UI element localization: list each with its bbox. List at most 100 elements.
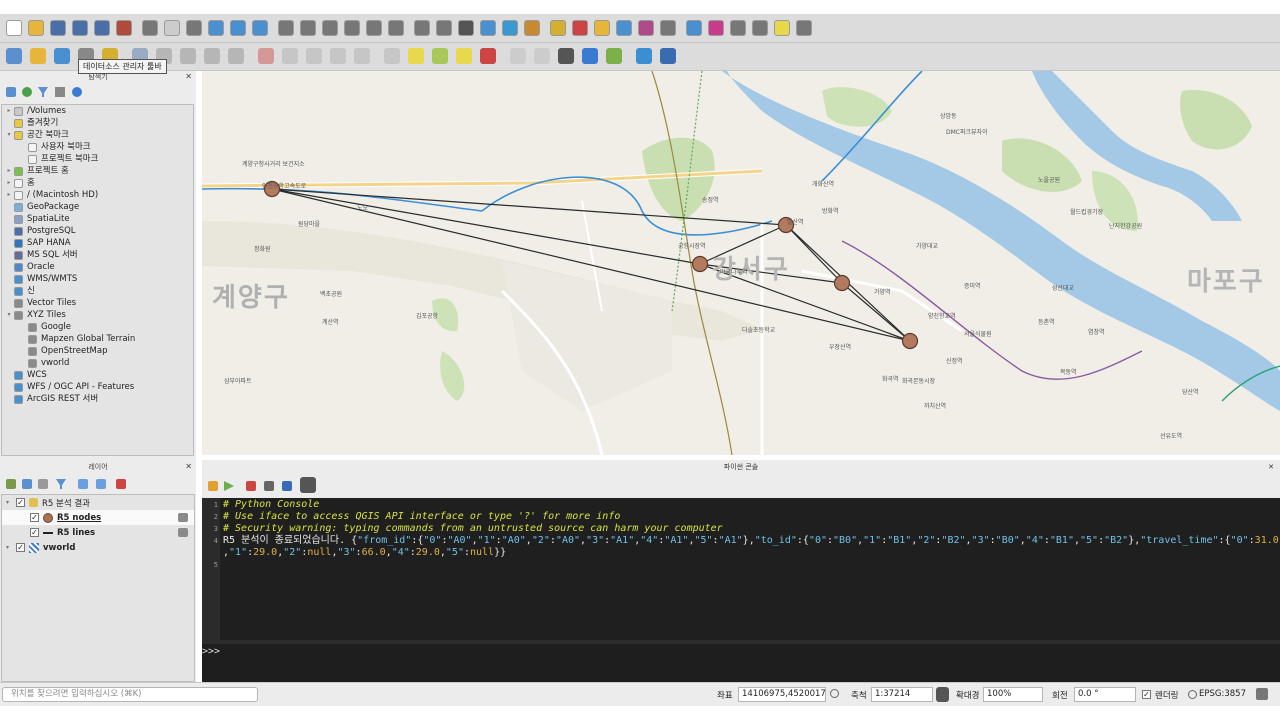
search-icon[interactable]: [796, 20, 812, 36]
python-console-input[interactable]: >>>: [202, 640, 1280, 682]
crs-button[interactable]: EPSG:3857: [1199, 689, 1246, 699]
deselect-icon[interactable]: [480, 20, 496, 36]
browser-item[interactable]: 사용자 북마크: [2, 141, 193, 153]
pan-to-selection-icon[interactable]: [186, 20, 202, 36]
bookmark-icon[interactable]: [660, 20, 676, 36]
identify-icon[interactable]: [502, 20, 518, 36]
zoom-next-icon[interactable]: [344, 20, 360, 36]
chevron-down-icon[interactable]: ▾: [6, 499, 16, 506]
new-geopackage-icon[interactable]: [30, 48, 46, 64]
map-canvas[interactable]: 계양구 강서구 마포구 계양구청사거리 보건지소 정화원 백초공원 계산역 삼부아파트 인…: [202, 71, 1280, 455]
help-icon[interactable]: [282, 481, 292, 491]
chevron-icon[interactable]: ▸: [4, 105, 14, 117]
label-icon[interactable]: [408, 48, 424, 64]
layer-checkbox[interactable]: ✓: [16, 543, 25, 552]
add-selected-icon[interactable]: [6, 87, 16, 97]
python-console-output[interactable]: 1 2 3 4 5 # Python Console # Use iface to acc…: [202, 498, 1280, 640]
close-icon[interactable]: ✕: [1268, 460, 1274, 474]
toolbox-icon[interactable]: [752, 20, 768, 36]
lock-scale-icon[interactable]: [936, 687, 949, 702]
browser-item[interactable]: ▸ 프로젝트 홈: [2, 165, 193, 177]
processing-icon[interactable]: [708, 20, 724, 36]
zoom-full-icon[interactable]: [252, 20, 268, 36]
browser-item[interactable]: ▾ 공간 북마크: [2, 129, 193, 141]
expand-all-icon[interactable]: [78, 479, 88, 489]
refresh-icon[interactable]: [22, 87, 32, 97]
new-3d-view-icon[interactable]: [388, 20, 404, 36]
browser-item[interactable]: vworld: [2, 357, 193, 369]
rotation-field[interactable]: 0.0 °: [1074, 687, 1136, 702]
run-command-icon[interactable]: [224, 481, 234, 491]
select-feature-icon[interactable]: [458, 20, 474, 36]
label-pin-icon[interactable]: [432, 48, 448, 64]
browser-item[interactable]: 신: [2, 285, 193, 297]
browser-item[interactable]: WCS: [2, 369, 193, 381]
save-project-icon[interactable]: [50, 20, 66, 36]
new-project-icon[interactable]: [6, 20, 22, 36]
collapse-all-icon[interactable]: [55, 87, 65, 97]
add-polygon-icon[interactable]: [204, 48, 220, 64]
label-change-icon[interactable]: [534, 48, 550, 64]
label-rotate-icon[interactable]: [510, 48, 526, 64]
zoom-to-selection-icon[interactable]: [278, 20, 294, 36]
data-source-manager-icon[interactable]: [6, 48, 22, 64]
layer-indicator-icon[interactable]: [178, 528, 188, 537]
settings-icon[interactable]: [264, 481, 274, 491]
layer-checkbox[interactable]: ✓: [30, 528, 39, 537]
osm-icon[interactable]: [606, 48, 622, 64]
filter-icon[interactable]: [38, 87, 48, 97]
browser-item[interactable]: GeoPackage: [2, 201, 193, 213]
undo-icon[interactable]: [354, 48, 370, 64]
browser-item[interactable]: SAP HANA: [2, 237, 193, 249]
clear-console-icon[interactable]: [208, 481, 218, 491]
style-manager-icon[interactable]: [142, 20, 158, 36]
chevron-icon[interactable]: ▸: [4, 189, 14, 201]
layout-manager-icon[interactable]: [116, 20, 132, 36]
zoom-out-icon[interactable]: [230, 20, 246, 36]
remove-layer-icon[interactable]: [116, 479, 126, 489]
chevron-down-icon[interactable]: ▾: [6, 544, 16, 551]
cut-icon[interactable]: [282, 48, 298, 64]
browser-item[interactable]: 즐겨찾기: [2, 117, 193, 129]
filter-icon[interactable]: [56, 479, 66, 489]
magnifier-field[interactable]: 100%: [983, 687, 1043, 702]
zoom-to-layer-icon[interactable]: [300, 20, 316, 36]
browser-item[interactable]: ▾ XYZ Tiles: [2, 309, 193, 321]
refresh-icon[interactable]: [436, 20, 452, 36]
add-group-icon[interactable]: [22, 479, 32, 489]
collapse-all-icon[interactable]: [96, 479, 106, 489]
browser-item[interactable]: WFS / OGC API - Features: [2, 381, 193, 393]
layer-indicator-icon[interactable]: [178, 513, 188, 522]
field-calculator-icon[interactable]: [550, 20, 566, 36]
measure-icon[interactable]: [594, 20, 610, 36]
layer-group-r5[interactable]: ▾ ✓ R5 분석 결과: [2, 495, 194, 510]
vertex-tool-icon[interactable]: [228, 48, 244, 64]
chevron-icon[interactable]: ▸: [4, 177, 14, 189]
quickmap-icon[interactable]: [636, 48, 652, 64]
plugin-icon[interactable]: [558, 48, 574, 64]
close-icon[interactable]: ✕: [185, 461, 192, 473]
paste-icon[interactable]: [330, 48, 346, 64]
pan-icon[interactable]: [164, 20, 180, 36]
redo-icon[interactable]: [384, 48, 400, 64]
browser-item[interactable]: WMS/WMTS: [2, 273, 193, 285]
map-tips-icon[interactable]: [638, 20, 654, 36]
annotation-icon[interactable]: [616, 20, 632, 36]
layer-vworld[interactable]: ▾ ✓ vworld: [2, 540, 194, 555]
browser-item[interactable]: Vector Tiles: [2, 297, 193, 309]
browser-item[interactable]: ArcGIS REST 서버: [2, 393, 193, 405]
browser-item[interactable]: ▸ 홈: [2, 177, 193, 189]
chevron-icon[interactable]: ▾: [4, 129, 14, 141]
sigma-icon[interactable]: [730, 20, 746, 36]
show-bookmarks-icon[interactable]: [686, 20, 702, 36]
attribute-table-icon[interactable]: [524, 20, 540, 36]
temporal-controller-icon[interactable]: [414, 20, 430, 36]
new-map-view-icon[interactable]: [366, 20, 382, 36]
info-icon[interactable]: [72, 87, 82, 97]
zoom-last-icon[interactable]: [322, 20, 338, 36]
chevron-icon[interactable]: ▸: [4, 165, 14, 177]
browser-item[interactable]: Google: [2, 321, 193, 333]
browser-item[interactable]: SpatiaLite: [2, 213, 193, 225]
comment-icon[interactable]: [774, 20, 790, 36]
layer-style-icon[interactable]: [6, 479, 16, 489]
